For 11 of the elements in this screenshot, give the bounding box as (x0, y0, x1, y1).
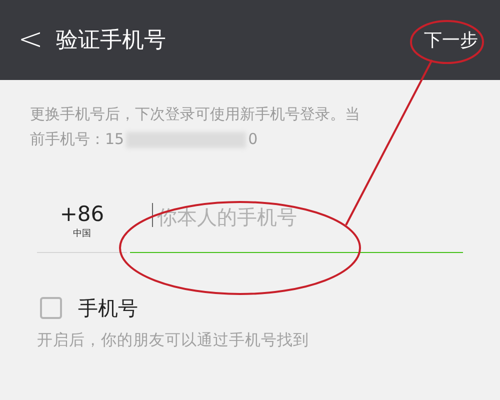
description-text: 更换手机号后，下次登录可使用新手机号登录。当 (30, 104, 360, 125)
country-code[interactable]: +86 (60, 200, 104, 228)
back-button[interactable]: < (18, 25, 42, 55)
description-text: 0 (248, 129, 258, 150)
option-hint: 开启后，你的朋友可以通过手机号找到 (36, 330, 310, 351)
next-button[interactable]: 下一步 (424, 26, 478, 54)
country-name: 中国 (73, 228, 91, 240)
checkbox[interactable] (40, 297, 62, 319)
option-label: 手机号 (78, 295, 138, 322)
description-text: 前手机号：15 (30, 129, 124, 150)
page-title: 验证手机号 (56, 26, 166, 54)
